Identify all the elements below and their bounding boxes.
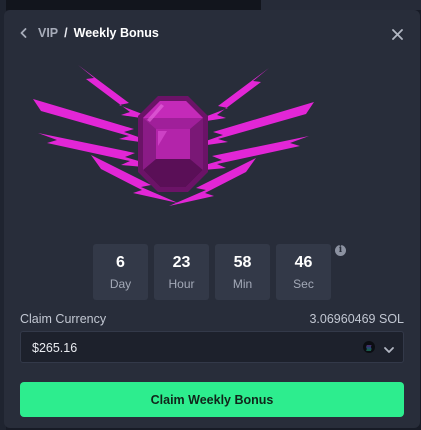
- countdown-value: 46: [294, 253, 313, 271]
- countdown-seconds: 46 Sec: [276, 244, 331, 300]
- countdown-unit: Hour: [168, 276, 195, 291]
- countdown-unit: Day: [109, 276, 132, 291]
- claim-currency-label: Claim Currency: [20, 312, 107, 326]
- countdown-unit: Sec: [293, 276, 314, 291]
- breadcrumb-separator: /: [64, 26, 68, 40]
- breadcrumb: VIP / Weekly Bonus: [20, 25, 159, 41]
- countdown-value: 58: [233, 253, 252, 271]
- backdrop-top-bar: [261, 0, 421, 10]
- countdown-days: 6 Day: [93, 244, 148, 300]
- claim-weekly-bonus-button[interactable]: Claim Weekly Bonus: [20, 382, 404, 417]
- gem: [138, 96, 208, 192]
- countdown-value: 23: [172, 253, 191, 271]
- currency-select[interactable]: $265.16: [20, 331, 404, 363]
- chevron-down-icon: [383, 342, 395, 353]
- countdown-value: 6: [116, 253, 125, 271]
- solana-icon: [363, 341, 375, 353]
- countdown-hours: 23 Hour: [154, 244, 209, 300]
- breadcrumb-vip-link[interactable]: VIP: [38, 26, 58, 40]
- gem-lightning-illustration: [33, 65, 314, 206]
- countdown-unit: Min: [232, 276, 253, 291]
- page-title: Weekly Bonus: [73, 26, 159, 40]
- close-icon[interactable]: [392, 27, 403, 40]
- currency-select-value: $265.16: [32, 341, 78, 355]
- countdown-minutes: 58 Min: [215, 244, 270, 300]
- info-icon[interactable]: i: [335, 245, 346, 256]
- chevron-left-icon[interactable]: [20, 26, 30, 40]
- countdown-timer: 6 Day 23 Hour 58 Min 46 Sec: [93, 244, 331, 300]
- weekly-bonus-modal: VIP / Weekly Bonus 6 Day 23 Hour 58 Min …: [4, 10, 420, 428]
- claim-amount: 3.06960469 SOL: [309, 312, 404, 326]
